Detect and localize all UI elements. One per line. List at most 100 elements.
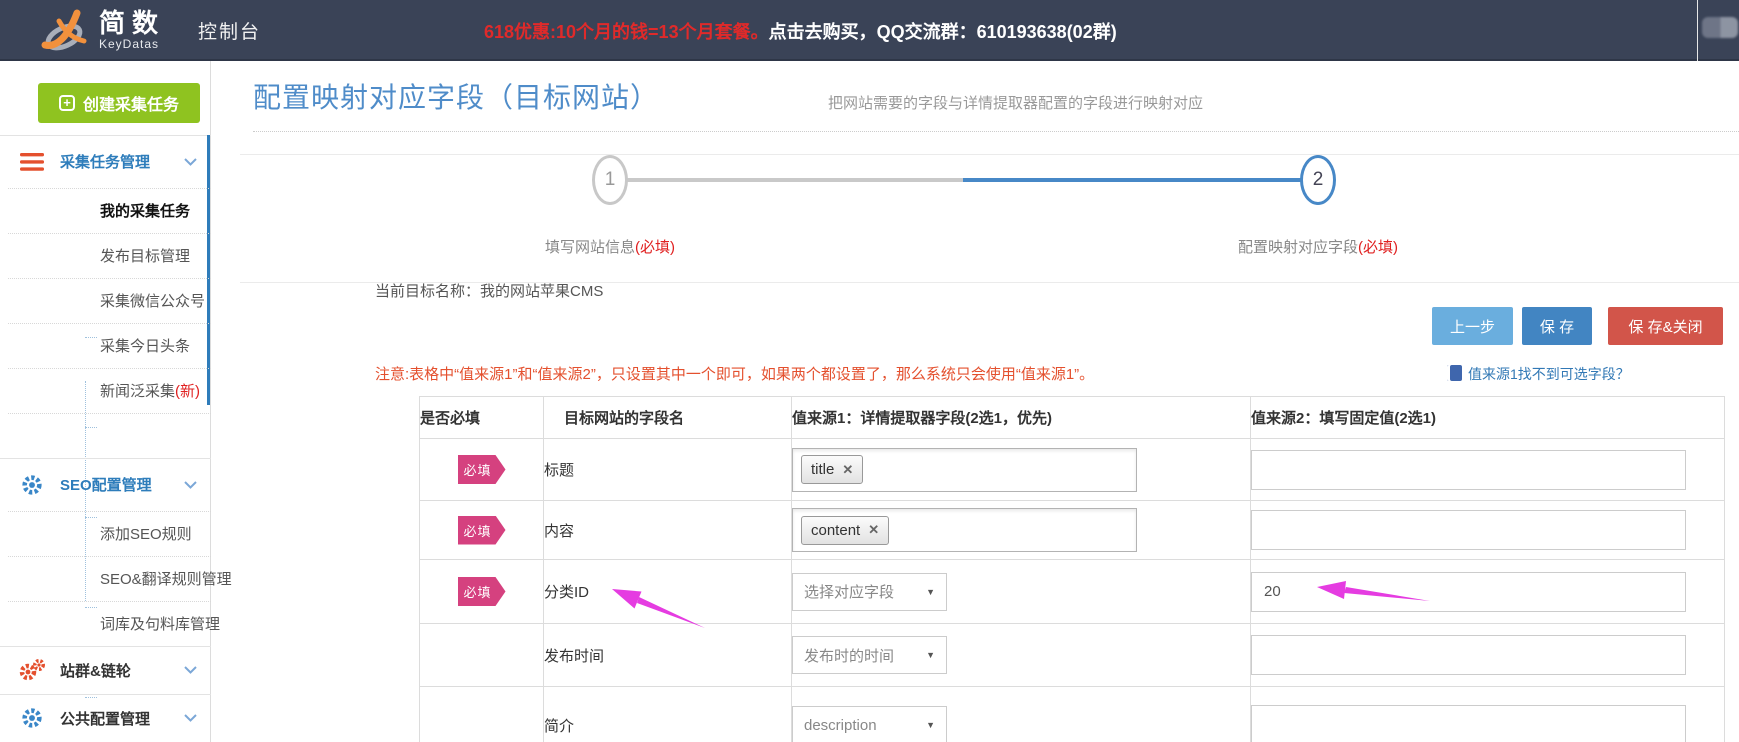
table-row: 必填 内容 content✕: [420, 501, 1725, 560]
sidebar-section-site-group[interactable]: 站群&链轮: [0, 646, 210, 694]
promo-buy-link[interactable]: 点击去购买，QQ交流群：610193638(02群): [769, 18, 1117, 44]
sidebar-item-label: 添加SEO规则: [100, 523, 192, 544]
source1-field-select[interactable]: description▼: [792, 706, 947, 742]
save-and-close-button[interactable]: 保 存&关闭: [1608, 307, 1723, 345]
source1-field-select[interactable]: 选择对应字段▼: [792, 573, 947, 611]
required-badge: 必填: [458, 577, 506, 606]
gear-icon: [19, 707, 45, 729]
step-line-active: [963, 178, 1303, 182]
field-chip: content✕: [801, 516, 889, 545]
sidebar-section-task-management[interactable]: 采集任务管理: [0, 135, 210, 188]
required-mark: (必填): [635, 239, 675, 256]
table-row: 必填 标题 title✕: [420, 439, 1725, 501]
step-2-circle: 2: [1300, 155, 1336, 205]
sidebar-item-thesaurus[interactable]: 词库及句料库管理: [0, 601, 210, 646]
title-divider: [253, 131, 1739, 132]
page-subtitle: 把网站需要的字段与详情提取器配置的字段进行映射对应: [828, 92, 1203, 113]
field-name: 内容: [544, 501, 792, 560]
section-label: 采集任务管理: [60, 151, 150, 172]
section-label: SEO配置管理: [60, 474, 152, 495]
sidebar-item-publish-targets[interactable]: 发布目标管理: [0, 233, 210, 278]
source2-fixed-value-input[interactable]: [1251, 705, 1686, 742]
caret-down-icon: ▼: [926, 587, 935, 597]
sidebar-item-my-tasks[interactable]: 我的采集任务: [0, 188, 210, 233]
sidebar-item-label: 我的采集任务: [100, 200, 190, 221]
gear-icon: [19, 474, 45, 496]
sidebar-item-wechat-collect[interactable]: 采集微信公众号: [0, 278, 210, 323]
promo-discount-text: 618优惠:10个月的钱=13个月套餐。: [484, 18, 769, 44]
brand[interactable]: 简数 KeyDatas: [99, 9, 165, 51]
previous-step-button[interactable]: 上一步: [1432, 307, 1513, 345]
step-2-label: 配置映射对应字段(必填): [1203, 236, 1433, 257]
close-icon[interactable]: ✕: [868, 522, 879, 538]
sidebar-item-label: 发布目标管理: [100, 245, 190, 266]
create-task-label: 创建采集任务: [83, 91, 179, 115]
table-row: 发布时间 发布时的时间▼: [420, 624, 1725, 687]
sidebar-item-seo-translate-rules[interactable]: SEO&翻译规则管理: [0, 556, 210, 601]
caret-down-icon: ▼: [926, 650, 935, 660]
source2-fixed-value-input[interactable]: [1251, 635, 1686, 675]
new-badge: (新): [175, 383, 200, 400]
sidebar-item-label: SEO&翻译规则管理: [100, 568, 232, 589]
sidebar-item-label: 采集今日头条: [100, 335, 190, 356]
header-separator: [1697, 0, 1698, 61]
source1-chip-input[interactable]: title✕: [792, 448, 1137, 492]
keydatas-logo-icon: [38, 6, 92, 61]
table-row: 简介 description▼: [420, 687, 1725, 742]
required-badge: 必填: [458, 455, 506, 484]
sidebar-item-label: 新闻泛采集(新): [100, 380, 200, 401]
create-task-button[interactable]: + 创建采集任务: [38, 83, 200, 123]
sidebar: + 创建采集任务 采集任务管理 我的采集任务: [0, 61, 211, 742]
field-mapping-table: 是否必填 目标网站的字段名 值来源1：详情提取器字段(2选1，优先) 值来源2：…: [419, 396, 1725, 742]
source2-fixed-value-input[interactable]: [1251, 572, 1686, 612]
gears-icon: [19, 658, 45, 682]
col-header-source1: 值来源1：详情提取器字段(2选1，优先): [792, 397, 1251, 439]
close-icon[interactable]: ✕: [842, 462, 853, 478]
promo-bar: 618优惠:10个月的钱=13个月套餐。 点击去购买，QQ交流群：6101936…: [484, 0, 1117, 61]
required-badge: 必填: [458, 516, 506, 545]
list-icon: [19, 153, 45, 171]
save-button[interactable]: 保 存: [1522, 307, 1592, 345]
sidebar-item-redacted[interactable]: [0, 413, 210, 458]
console-nav[interactable]: 控制台: [198, 0, 261, 61]
sidebar-item-news-collect[interactable]: 新闻泛采集(新): [0, 368, 210, 413]
table-row: 必填 分类ID 选择对应字段▼: [420, 560, 1725, 624]
field-name: 分类ID: [544, 560, 792, 624]
caret-down-icon: ▼: [926, 720, 935, 730]
step-1-label: 填写网站信息(必填): [495, 236, 725, 257]
page: 简数 KeyDatas 控制台 618优惠:10个月的钱=13个月套餐。 点击去…: [0, 0, 1739, 742]
chevron-down-icon: [184, 661, 197, 679]
source1-help-link[interactable]: 值来源1找不到可选字段？: [1468, 364, 1630, 384]
step-1-circle: 1: [592, 155, 628, 205]
section-label: 公共配置管理: [60, 708, 150, 729]
field-name: 简介: [544, 687, 792, 742]
field-name: 标题: [544, 439, 792, 501]
top-header: 简数 KeyDatas 控制台 618优惠:10个月的钱=13个月套餐。 点击去…: [0, 0, 1739, 61]
sidebar-item-add-seo-rule[interactable]: 添加SEO规则: [0, 511, 210, 556]
stepper-panel-top-border: [240, 154, 1739, 155]
chevron-down-icon: [184, 476, 197, 494]
table-header-row: 是否必填 目标网站的字段名 值来源1：详情提取器字段(2选1，优先) 值来源2：…: [420, 397, 1725, 439]
field-name: 发布时间: [544, 624, 792, 687]
plus-icon: +: [59, 95, 75, 111]
brand-name: 简数: [99, 9, 165, 37]
source1-field-select[interactable]: 发布时的时间▼: [792, 636, 947, 674]
brand-subname: KeyDatas: [99, 37, 165, 51]
field-chip: title✕: [801, 455, 863, 484]
sidebar-section-seo-config[interactable]: SEO配置管理: [0, 458, 210, 511]
section-label: 站群&链轮: [60, 660, 131, 681]
current-target-name: 当前目标名称：我的网站苹果CMS: [375, 280, 603, 301]
chevron-down-icon: [184, 153, 197, 171]
sidebar-section-common-config[interactable]: 公共配置管理: [0, 694, 210, 742]
console-label: 控制台: [198, 17, 261, 44]
sidebar-item-toutiao-collect[interactable]: 采集今日头条: [0, 323, 210, 368]
col-header-required: 是否必填: [420, 397, 544, 439]
step-line-inactive: [625, 178, 963, 182]
source1-chip-input[interactable]: content✕: [792, 508, 1137, 552]
source2-fixed-value-input[interactable]: [1251, 510, 1686, 550]
source2-fixed-value-input[interactable]: [1251, 450, 1686, 490]
col-header-field-name: 目标网站的字段名: [544, 397, 792, 439]
user-account-blurred[interactable]: [1702, 17, 1738, 38]
book-icon: [1447, 365, 1462, 381]
sidebar-item-label: 采集微信公众号: [100, 290, 205, 311]
